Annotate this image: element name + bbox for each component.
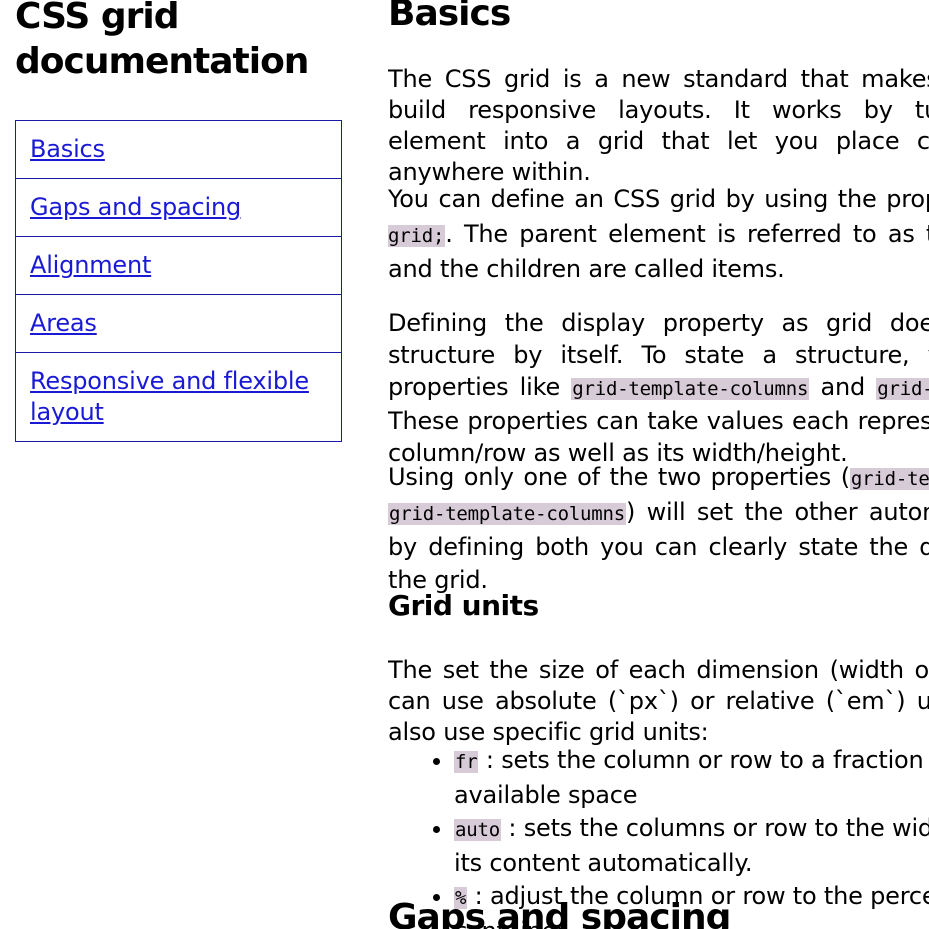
text-fragment: and (809, 373, 877, 401)
text-fragment: . The parent element is referred to as t… (388, 220, 929, 283)
text-fragment: : sets the columns or row to the width/h… (454, 814, 929, 877)
nav-item-basics: Basics (15, 120, 342, 179)
nav-item-responsive: Responsive and flexible layout (15, 353, 342, 442)
section-heading-gaps-and-spacing: Gaps and spacing (388, 897, 731, 929)
nav-item-areas: Areas (15, 295, 342, 353)
inline-code: grid-template-rows (849, 468, 929, 490)
text-fragment: You can define an CSS grid by using the … (388, 185, 929, 213)
nav-link-gaps-and-spacing[interactable]: Gaps and spacing (30, 193, 241, 221)
paragraph-structure: Defining the display property as grid do… (388, 307, 929, 469)
list-item: auto : sets the columns or row to the wi… (454, 812, 929, 880)
paragraph-define-grid: You can define an CSS grid by using the … (388, 183, 929, 286)
nav-link-areas[interactable]: Areas (30, 309, 97, 337)
nav-item-gaps: Gaps and spacing (15, 179, 342, 237)
text-fragment: Using only one of the two properties ( (388, 463, 850, 491)
nav-list: Basics Gaps and spacing Alignment Areas … (15, 120, 342, 442)
list-item: fr : sets the column or row to a fractio… (454, 744, 929, 812)
inline-code: fr (454, 751, 479, 773)
paragraph-units: The set the size of each dimension (widt… (388, 656, 929, 746)
inline-code: grid-template-columns (571, 378, 810, 400)
sidebar-title: CSS grid documentation (15, 0, 309, 82)
inline-code: auto (454, 819, 501, 841)
text-fragment: : sets the column or row to a fraction o… (454, 746, 929, 809)
inline-code: grid-template-columns (388, 503, 627, 525)
nav-link-alignment[interactable]: Alignment (30, 251, 151, 279)
paragraph-one-property: Using only one of the two properties (gr… (388, 461, 929, 597)
nav-item-alignment: Alignment (15, 237, 342, 295)
main-content: Basics The CSS grid is a new standard th… (388, 0, 929, 929)
inline-code: grid-template-rows (876, 378, 929, 400)
nav-link-basics[interactable]: Basics (30, 135, 105, 163)
subheading-grid-units: Grid units (388, 589, 539, 622)
paragraph-intro: The CSS grid is a new standard that make… (388, 65, 929, 186)
nav-link-responsive-and-flexible-layout[interactable]: Responsive and flexible layout (30, 367, 309, 426)
section-heading-basics: Basics (388, 0, 511, 34)
